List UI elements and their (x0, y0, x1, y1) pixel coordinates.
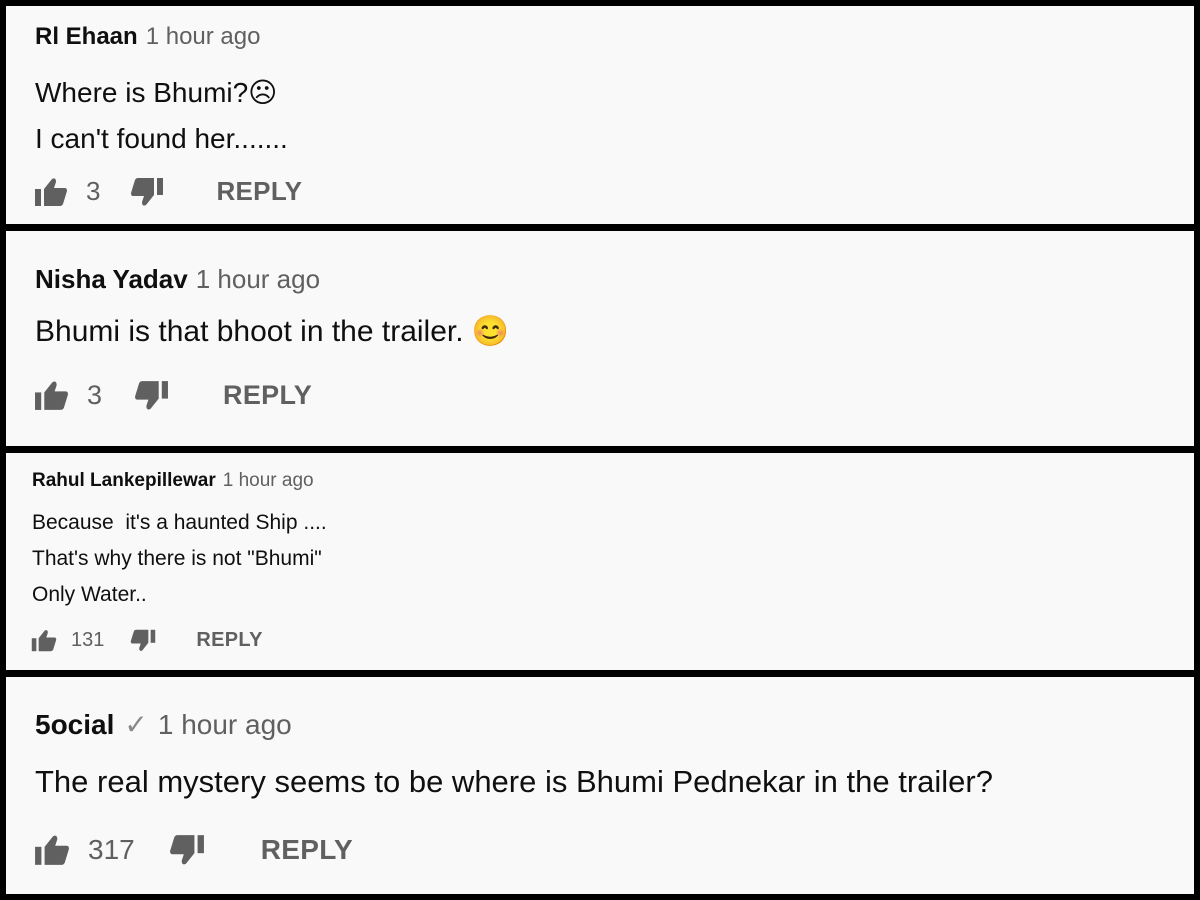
thumbs-down-icon (131, 629, 156, 651)
like-button[interactable] (31, 629, 57, 652)
like-count: 3 (87, 380, 103, 410)
comment-line: Bhumi is that bhoot in the trailer. 😊 (35, 315, 510, 348)
dislike-button[interactable] (134, 380, 169, 411)
thumbs-down-icon (169, 835, 204, 865)
comment-header: Nisha Yadav 1 hour ago (35, 264, 320, 295)
comment-text: Because it's a haunted Ship .... That's … (32, 505, 327, 613)
thumbs-up-icon (35, 835, 69, 865)
comment-card: Nisha Yadav 1 hour ago Bhumi is that bhoo… (6, 231, 1194, 446)
comment-text: Where is Bhumi?☹ I can't found her......… (35, 70, 288, 162)
comment-actions: 317 REPLY (34, 834, 353, 866)
reply-button[interactable]: REPLY (223, 380, 312, 411)
comment-text: The real mystery seems to be where is Bh… (35, 761, 993, 803)
timestamp[interactable]: 1 hour ago (223, 470, 314, 491)
thumbs-up-icon (31, 630, 57, 652)
comment-card: Rahul Lankepillewar 1 hour ago Because it… (6, 453, 1194, 670)
thumbs-up-icon (35, 381, 68, 410)
like-button[interactable] (34, 380, 69, 411)
dislike-button[interactable] (169, 834, 205, 866)
like-count: 317 (88, 834, 135, 865)
comment-card: Rl Ehaan 1 hour ago Where is Bhumi?☹ I ca… (6, 6, 1194, 224)
comment-line: I can't found her....... (35, 123, 288, 154)
comment-actions: 131 REPLY (31, 629, 263, 652)
reply-button[interactable]: REPLY (261, 834, 353, 866)
comment-actions: 3 REPLY (34, 176, 302, 207)
comment-header: Rahul Lankepillewar 1 hour ago (32, 470, 314, 492)
like-count: 131 (71, 629, 105, 651)
comment-line: Where is Bhumi?☹ (35, 77, 278, 108)
comment-line: Because it's a haunted Ship .... (32, 511, 327, 534)
timestamp[interactable]: 1 hour ago (146, 23, 261, 50)
author-name[interactable]: Nisha Yadav (35, 264, 188, 294)
comment-actions: 3 REPLY (34, 380, 312, 411)
author-name[interactable]: Rl Ehaan (35, 23, 138, 50)
timestamp[interactable]: 1 hour ago (196, 264, 320, 294)
author-name[interactable]: Rahul Lankepillewar (32, 470, 216, 491)
comment-header: Rl Ehaan 1 hour ago (35, 23, 260, 51)
dislike-button[interactable] (130, 629, 156, 652)
reply-button[interactable]: REPLY (216, 176, 302, 207)
comment-line: That's why there is not "Bhumi" (32, 547, 322, 570)
like-button[interactable] (34, 834, 70, 866)
dislike-button[interactable] (130, 177, 164, 207)
thumbs-down-icon (135, 381, 169, 410)
comment-card: 5ocial ✓ 1 hour ago The real mystery seems… (6, 677, 1194, 894)
comment-text: Bhumi is that bhoot in the trailer. 😊 (35, 311, 509, 353)
like-button[interactable] (34, 177, 68, 207)
like-count: 3 (86, 176, 101, 206)
reply-button[interactable]: REPLY (196, 629, 262, 652)
author-name[interactable]: 5ocial (35, 709, 114, 740)
comment-header: 5ocial ✓ 1 hour ago (35, 708, 292, 741)
comment-line: The real mystery seems to be where is Bh… (35, 764, 993, 799)
timestamp[interactable]: 1 hour ago (158, 709, 292, 740)
thumbs-up-icon (35, 177, 67, 206)
checkmark-icon: ✓ (124, 709, 148, 740)
thumbs-down-icon (131, 177, 164, 206)
comment-line: Only Water.. (32, 583, 147, 606)
